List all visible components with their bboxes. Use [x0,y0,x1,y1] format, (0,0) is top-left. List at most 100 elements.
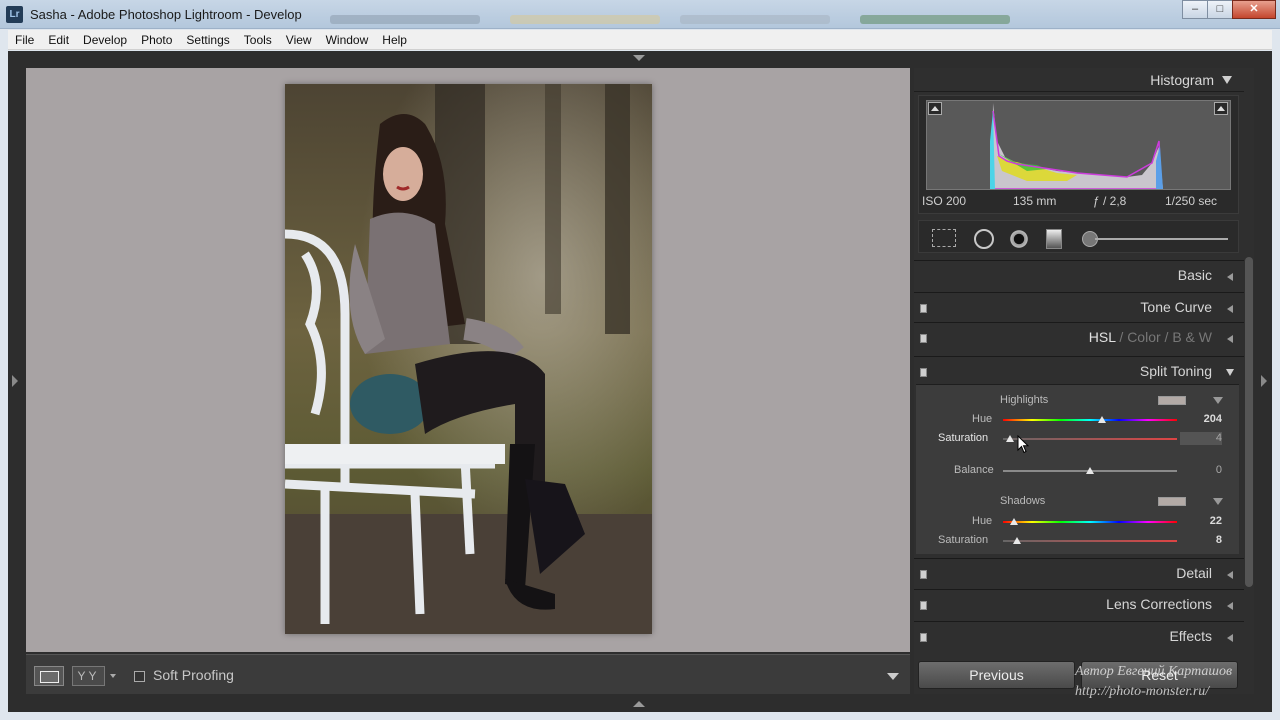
tab-bw[interactable]: B & W [1172,329,1212,345]
close-button[interactable]: ✕ [1232,0,1276,19]
shadows-hue-thumb[interactable] [1009,518,1018,525]
exif-aperture: ƒ / 2,8 [1093,194,1127,208]
effects-section-header[interactable]: Effects [914,621,1244,651]
expand-triangle-icon[interactable] [1227,305,1233,313]
panel-switch-icon[interactable] [920,368,927,377]
expand-triangle-icon[interactable] [1227,273,1233,281]
highlight-clipping-toggle[interactable] [1214,102,1228,115]
shadows-saturation-slider[interactable] [1003,540,1177,542]
crop-overlay-icon[interactable] [932,229,956,247]
histogram-graph[interactable] [926,100,1231,190]
expand-triangle-icon[interactable] [1227,602,1233,610]
minimize-button[interactable]: – [1182,0,1208,19]
tone-curve-section-header[interactable]: Tone Curve [914,292,1244,322]
show-left-panel-icon[interactable] [12,375,18,387]
blurred-taskbar-tab [510,15,660,24]
expand-triangle-icon[interactable] [1227,634,1233,642]
spot-removal-icon[interactable] [974,229,994,249]
histogram-title: Histogram [1150,72,1214,88]
menu-file[interactable]: File [8,30,41,50]
highlights-hue-slider[interactable] [1003,419,1177,421]
portrait-photo-image [285,84,652,634]
highlights-label: Highlights [1000,394,1049,406]
graduated-filter-icon[interactable] [1046,229,1062,249]
shadows-color-picker-icon[interactable] [1213,498,1223,505]
panel-switch-icon[interactable] [920,633,927,642]
expand-triangle-icon[interactable] [1227,335,1233,343]
split-toning-panel: Highlights Hue 204 Saturation 4 Balance [916,384,1239,554]
window-controls: – □ ✕ [1182,0,1276,20]
histogram-panel: ISO 200 135 mm ƒ / 2,8 1/250 sec [918,95,1239,214]
show-filmstrip-icon[interactable] [633,701,645,707]
right-panel: Histogram ISO 200 135 mm ƒ / 2,8 1/250 s… [914,68,1254,694]
histogram-header[interactable]: Histogram [914,68,1244,92]
tab-separator: / [1164,329,1169,345]
blurred-taskbar-tab [680,15,830,24]
right-panel-scrollbar[interactable] [1245,257,1253,587]
highlights-saturation-label: Saturation [938,432,989,444]
photo-canvas[interactable] [26,68,910,652]
lightroom-app-icon: Lr [6,6,23,23]
panel-switch-icon[interactable] [920,570,927,579]
panel-switch-icon[interactable] [920,304,927,313]
menu-bar: File Edit Develop Photo Settings Tools V… [8,30,1272,50]
menu-photo[interactable]: Photo [134,30,179,50]
highlights-color-picker-icon[interactable] [1213,397,1223,404]
mouse-cursor-icon [1017,435,1030,454]
shadows-hue-value[interactable]: 22 [1186,515,1222,527]
adjustment-brush-slider[interactable] [1095,238,1228,240]
menu-settings[interactable]: Settings [179,30,236,50]
highlights-saturation-value[interactable]: 4 [1186,432,1222,444]
highlights-saturation-thumb[interactable] [1005,435,1014,442]
blurred-taskbar-tab [330,15,480,24]
maximize-button[interactable]: □ [1207,0,1233,19]
shadow-clipping-toggle[interactable] [928,102,942,115]
balance-thumb[interactable] [1086,467,1094,474]
balance-value[interactable]: 0 [1186,464,1222,476]
shadows-saturation-thumb[interactable] [1012,537,1021,544]
menu-help[interactable]: Help [375,30,414,50]
shadows-saturation-value[interactable]: 8 [1186,534,1222,546]
highlights-color-swatch[interactable] [1158,396,1186,405]
basic-section-header[interactable]: Basic [914,260,1244,290]
highlights-hue-label: Hue [972,413,993,425]
before-after-view-button[interactable]: YY [72,666,105,686]
tab-hsl[interactable]: HSL [1089,329,1116,345]
histogram-curve [990,103,1163,190]
menu-edit[interactable]: Edit [41,30,76,50]
split-toning-section-header[interactable]: Split Toning [914,356,1244,386]
menu-develop[interactable]: Develop [76,30,134,50]
expand-triangle-icon[interactable] [1227,571,1233,579]
collapse-triangle-icon[interactable] [1226,369,1234,376]
menu-view[interactable]: View [279,30,319,50]
collapse-triangle-icon[interactable] [1222,76,1232,84]
previous-button[interactable]: Previous [918,661,1075,689]
lens-corrections-section-header[interactable]: Lens Corrections [914,589,1244,619]
hsl-section-header[interactable]: HSL / Color / B & W [914,322,1244,352]
detail-section-header[interactable]: Detail [914,558,1244,588]
highlights-hue-thumb[interactable] [1097,416,1106,423]
show-top-panel-icon[interactable] [633,55,645,61]
soft-proofing-checkbox[interactable] [134,671,145,682]
shadows-saturation-label: Saturation [938,534,989,546]
detail-title: Detail [1176,565,1212,581]
panel-switch-icon[interactable] [920,334,927,343]
shadows-color-swatch[interactable] [1158,497,1186,506]
highlights-hue-value[interactable]: 204 [1186,413,1222,425]
panel-switch-icon[interactable] [920,601,927,610]
shadows-hue-slider[interactable] [1003,521,1177,523]
show-right-panel-icon[interactable] [1261,375,1267,387]
title-bar: Lr Sasha - Adobe Photoshop Lightroom - D… [0,0,1280,29]
shadows-hue-label: Hue [972,515,993,527]
effects-title: Effects [1169,628,1212,644]
loupe-view-button[interactable] [34,666,64,686]
menu-tools[interactable]: Tools [237,30,279,50]
red-eye-correction-icon[interactable] [1009,229,1029,249]
develop-toolbar: YY Soft Proofing [26,654,910,694]
tab-color[interactable]: Color [1127,329,1160,345]
soft-proofing-label[interactable]: Soft Proofing [153,667,234,683]
menu-window[interactable]: Window [319,30,376,50]
exif-shutter: 1/250 sec [1165,194,1218,208]
toolbar-content-menu-icon[interactable] [887,673,899,680]
view-mode-dropdown-icon[interactable] [110,674,116,678]
